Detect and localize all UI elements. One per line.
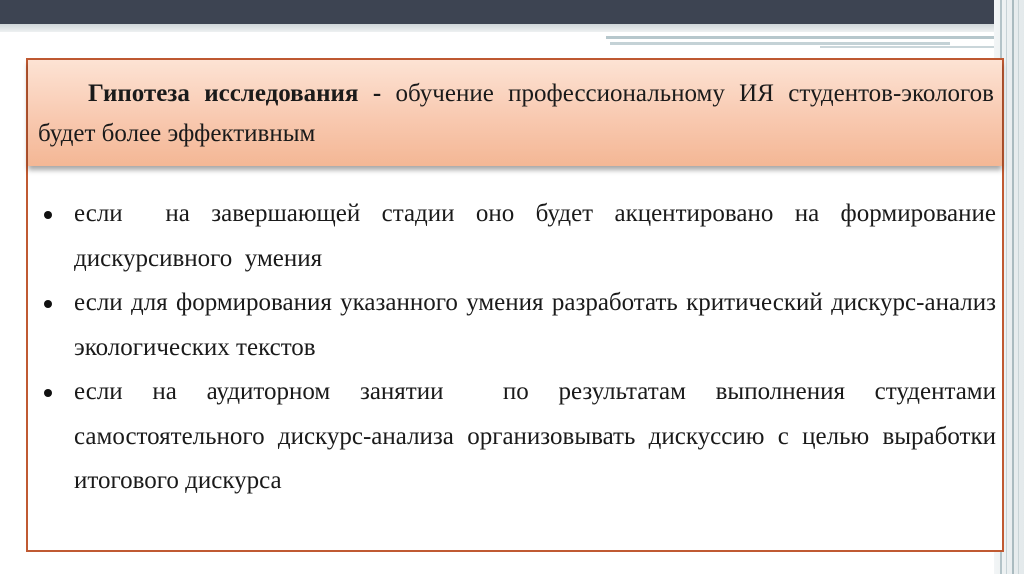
list-item: если на аудиторном занятии по результата… xyxy=(38,370,996,504)
condition-text: если для формирования указанного умения … xyxy=(74,289,996,361)
decorative-stripe xyxy=(820,46,1000,48)
top-bar-shade xyxy=(0,24,1000,32)
bullet-icon xyxy=(44,211,52,219)
hypothesis-text: Гипотеза исследования - обучение професс… xyxy=(38,74,994,154)
hypothesis-lead: Гипотеза исследования - xyxy=(88,80,382,107)
list-item: если для формирования указанного умения … xyxy=(38,281,996,370)
conditions-list: если на завершающей стадии оно будет акц… xyxy=(38,192,996,504)
list-item: если на завершающей стадии оно будет акц… xyxy=(38,192,996,281)
top-decorative-bar xyxy=(0,0,1024,24)
bullet-icon xyxy=(44,389,52,397)
decorative-stripe xyxy=(606,36,1000,39)
hypothesis-box: Гипотеза исследования - обучение професс… xyxy=(28,60,1002,166)
bullet-icon xyxy=(44,300,52,308)
condition-text: если на завершающей стадии оно будет акц… xyxy=(74,200,1003,272)
decorative-stripe xyxy=(610,42,950,45)
slide-content-frame: Гипотеза исследования - обучение професс… xyxy=(26,58,1004,552)
condition-text: если на аудиторном занятии по результата… xyxy=(74,378,1003,494)
